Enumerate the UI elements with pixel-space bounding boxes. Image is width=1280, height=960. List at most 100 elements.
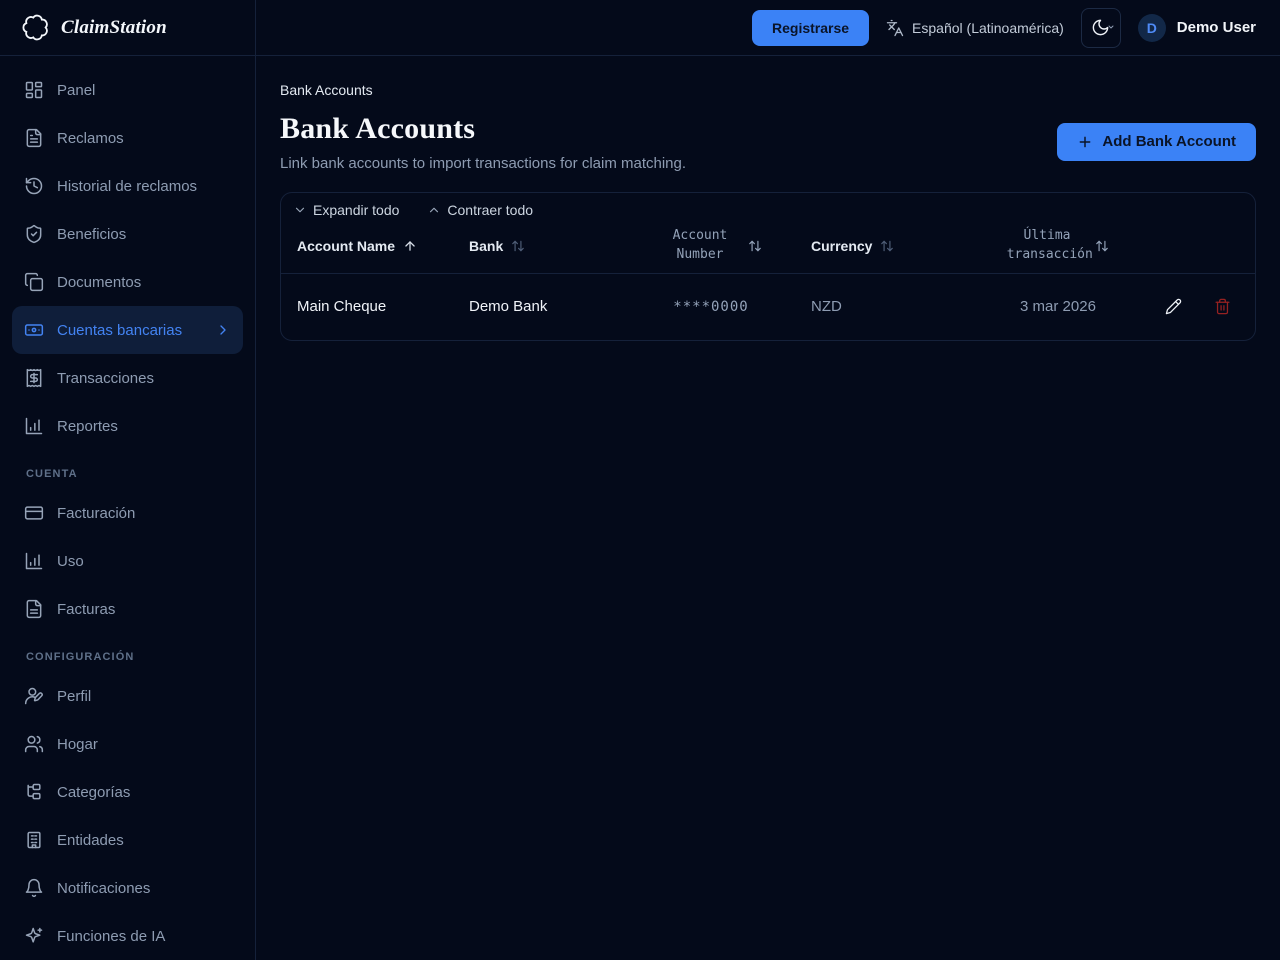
sidebar-item-perfil[interactable]: Perfil xyxy=(12,672,243,720)
column-header-account-number[interactable]: Account Number xyxy=(611,227,811,265)
page-title: Bank Accounts xyxy=(280,112,476,145)
sidebar-item-categorias[interactable]: Categorías xyxy=(12,768,243,816)
sidebar-item-reportes[interactable]: Reportes xyxy=(12,402,243,450)
sidebar-item-entidades[interactable]: Entidades xyxy=(12,816,243,864)
topbar: Registrarse Español (Latinoamérica) D De… xyxy=(256,0,1280,56)
language-label: Español (Latinoamérica) xyxy=(912,19,1064,36)
bar-chart-icon xyxy=(24,416,44,436)
brand-logo-icon xyxy=(22,14,49,41)
sidebar-item-hogar[interactable]: Hogar xyxy=(12,720,243,768)
chevron-down-icon xyxy=(293,203,307,217)
cell-currency: NZD xyxy=(811,298,842,315)
plus-icon xyxy=(1077,134,1093,150)
table-row: Main Cheque Demo Bank ****0000 NZD 3 mar… xyxy=(281,274,1255,340)
sidebar-section-cuenta: CUENTA xyxy=(26,468,78,480)
page-header-text: Bank Accounts Link bank accounts to impo… xyxy=(280,112,686,172)
shield-check-icon xyxy=(24,224,44,244)
table-header-row: Account Name Bank Account Number Currenc… xyxy=(281,220,1255,274)
history-icon xyxy=(24,176,44,196)
cell-account-name: Main Cheque xyxy=(297,298,387,315)
sidebar-item-label: Notificaciones xyxy=(57,879,151,897)
bank-accounts-card: Expandir todo Contraer todo Account Name xyxy=(280,191,1256,341)
sidebar-section-configuracion: CONFIGURACIÓN xyxy=(26,651,135,663)
sidebar-item-label: Categorías xyxy=(57,783,131,801)
app-root: ClaimStation Panel Reclamos Historial de xyxy=(0,0,1280,960)
banknote-icon xyxy=(24,320,44,340)
delete-account-button[interactable] xyxy=(1212,296,1233,317)
chevron-up-icon xyxy=(427,203,441,217)
brand[interactable]: ClaimStation xyxy=(0,0,255,56)
collapse-all-button[interactable]: Contraer todo xyxy=(423,200,537,220)
credit-card-icon xyxy=(24,503,44,523)
sidebar-item-funciones-ia[interactable]: Funciones de IA xyxy=(12,912,243,960)
sidebar-item-facturacion[interactable]: Facturación xyxy=(12,489,243,537)
add-bank-account-label: Add Bank Account xyxy=(1102,133,1236,151)
sidebar-item-facturas[interactable]: Facturas xyxy=(12,585,243,633)
sidebar-item-notificaciones[interactable]: Notificaciones xyxy=(12,864,243,912)
add-bank-account-button[interactable]: Add Bank Account xyxy=(1057,122,1256,161)
language-selector[interactable]: Español (Latinoamérica) xyxy=(886,19,1064,37)
edit-account-button[interactable] xyxy=(1163,296,1184,317)
table-toolbar: Expandir todo Contraer todo xyxy=(281,193,1255,220)
column-header-account-name[interactable]: Account Name xyxy=(297,238,469,254)
arrow-up-down-icon xyxy=(1095,239,1109,253)
pencil-icon xyxy=(1165,298,1182,315)
sidebar-item-label: Cuentas bancarias xyxy=(57,321,183,339)
chevron-right-icon xyxy=(215,322,231,338)
row-actions xyxy=(1163,296,1239,317)
user-pen-icon xyxy=(24,686,44,706)
sidebar-item-cuentas-bancarias[interactable]: Cuentas bancarias xyxy=(12,306,243,354)
arrow-up-down-icon xyxy=(748,239,762,253)
sidebar-item-label: Historial de reclamos xyxy=(57,177,198,195)
copy-documents-icon xyxy=(24,272,44,292)
page-header: Bank Accounts Link bank accounts to impo… xyxy=(280,112,1256,172)
arrow-up-down-icon xyxy=(511,239,525,253)
sparkles-icon xyxy=(24,926,44,946)
sidebar-item-label: Transacciones xyxy=(57,369,154,387)
arrow-up-down-icon xyxy=(880,239,894,253)
column-header-last-transaction[interactable]: Última transacción xyxy=(953,227,1163,265)
file-text-icon xyxy=(24,128,44,148)
sidebar-item-uso[interactable]: Uso xyxy=(12,537,243,585)
breadcrumb[interactable]: Bank Accounts xyxy=(280,82,1256,98)
page-content: Bank Accounts Bank Accounts Link bank ac… xyxy=(256,56,1280,960)
cell-account-number: ****0000 xyxy=(673,298,749,315)
collapse-all-label: Contraer todo xyxy=(447,201,534,218)
sidebar-item-documentos[interactable]: Documentos xyxy=(12,258,243,306)
sidebar-item-panel[interactable]: Panel xyxy=(12,66,243,114)
column-label: Account Number xyxy=(672,228,728,262)
sidebar-item-label: Reportes xyxy=(57,417,118,435)
sidebar-item-label: Hogar xyxy=(57,735,98,753)
main-panel: Registrarse Español (Latinoamérica) D De… xyxy=(256,0,1280,960)
cell-bank: Demo Bank xyxy=(469,298,548,315)
expand-all-button[interactable]: Expandir todo xyxy=(289,200,403,220)
sidebar-nav: Panel Reclamos Historial de reclamos Ben… xyxy=(0,56,255,960)
user-menu[interactable]: D Demo User xyxy=(1137,13,1256,42)
file-text-icon xyxy=(24,599,44,619)
sidebar-item-label: Perfil xyxy=(57,687,92,705)
theme-toggle-button[interactable] xyxy=(1080,7,1121,48)
column-label: Bank xyxy=(469,238,504,254)
column-label: Account Name xyxy=(297,238,396,254)
sidebar-item-label: Uso xyxy=(57,552,84,570)
column-header-currency[interactable]: Currency xyxy=(811,238,953,254)
brand-name: ClaimStation xyxy=(61,16,167,38)
sidebar-item-historial[interactable]: Historial de reclamos xyxy=(12,162,243,210)
languages-icon xyxy=(886,19,904,37)
sidebar: ClaimStation Panel Reclamos Historial de xyxy=(0,0,256,960)
users-icon xyxy=(24,734,44,754)
sidebar-item-reclamos[interactable]: Reclamos xyxy=(12,114,243,162)
column-label: Última transacción xyxy=(1006,228,1093,262)
sidebar-item-label: Reclamos xyxy=(57,129,124,147)
sidebar-item-transacciones[interactable]: Transacciones xyxy=(12,354,243,402)
trash-icon xyxy=(1214,298,1231,315)
receipt-icon xyxy=(24,368,44,388)
column-header-bank[interactable]: Bank xyxy=(469,238,611,254)
register-button[interactable]: Registrarse xyxy=(752,9,870,46)
cell-last-transaction: 3 mar 2026 xyxy=(1020,298,1096,315)
page-subtitle: Link bank accounts to import transaction… xyxy=(280,154,687,172)
sidebar-item-beneficios[interactable]: Beneficios xyxy=(12,210,243,258)
avatar: D xyxy=(1137,13,1166,42)
expand-all-label: Expandir todo xyxy=(313,201,400,218)
sidebar-item-label: Panel xyxy=(57,81,96,99)
